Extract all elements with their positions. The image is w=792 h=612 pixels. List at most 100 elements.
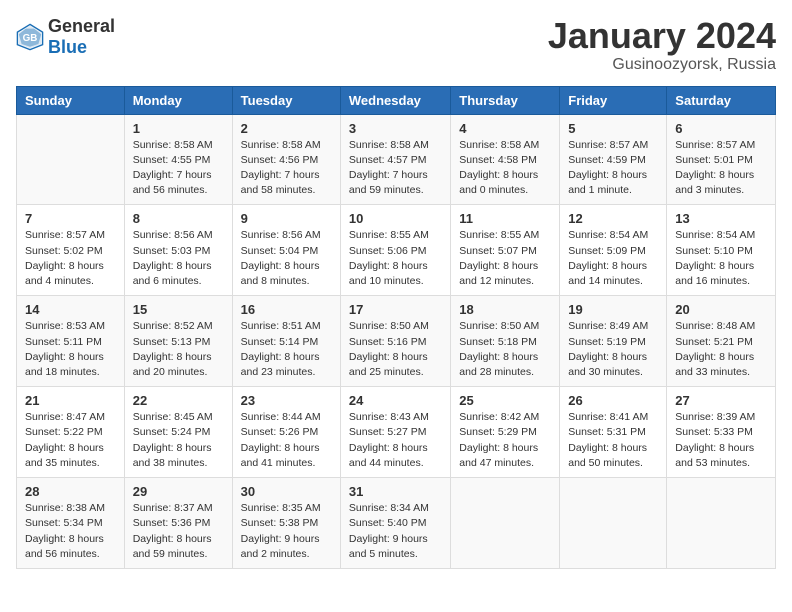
- day-number: 13: [675, 211, 767, 226]
- day-number: 8: [133, 211, 224, 226]
- day-details: Sunrise: 8:57 AM Sunset: 5:01 PM Dayligh…: [675, 138, 767, 199]
- calendar-cell: [560, 478, 667, 569]
- calendar-cell: 12 Sunrise: 8:54 AM Sunset: 5:09 PM Dayli…: [560, 205, 667, 296]
- day-details: Sunrise: 8:35 AM Sunset: 5:38 PM Dayligh…: [241, 501, 332, 562]
- day-number: 17: [349, 302, 442, 317]
- logo: GB General Blue: [16, 16, 115, 58]
- calendar-cell: 16Sunrise: 8:51 AM Sunset: 5:14 PM Dayli…: [232, 296, 340, 387]
- calendar-cell: 30 Sunrise: 8:35 AM Sunset: 5:38 PM Dayli…: [232, 478, 340, 569]
- column-header-monday: Monday: [124, 86, 232, 114]
- calendar-cell: 10 Sunrise: 8:55 AM Sunset: 5:06 PM Dayli…: [340, 205, 450, 296]
- day-number: 18: [459, 302, 551, 317]
- day-number: 2: [241, 121, 332, 136]
- calendar-cell: 14 Sunrise: 8:53 AM Sunset: 5:11 PM Dayli…: [17, 296, 125, 387]
- day-number: 29: [133, 484, 224, 499]
- day-details: Sunrise: 8:50 AM Sunset: 5:18 PM Dayligh…: [459, 319, 551, 380]
- day-number: 12: [568, 211, 658, 226]
- day-details: Sunrise: 8:58 AM Sunset: 4:55 PM Dayligh…: [133, 138, 224, 199]
- calendar-week-row: 21Sunrise: 8:47 AM Sunset: 5:22 PM Dayli…: [17, 387, 776, 478]
- day-number: 25: [459, 393, 551, 408]
- day-details: Sunrise: 8:34 AM Sunset: 5:40 PM Dayligh…: [349, 501, 442, 562]
- day-details: Sunrise: 8:54 AM Sunset: 5:10 PM Dayligh…: [675, 228, 767, 289]
- calendar-cell: [17, 114, 125, 205]
- day-details: Sunrise: 8:48 AM Sunset: 5:21 PM Dayligh…: [675, 319, 767, 380]
- day-details: Sunrise: 8:55 AM Sunset: 5:07 PM Dayligh…: [459, 228, 551, 289]
- calendar-cell: 11Sunrise: 8:55 AM Sunset: 5:07 PM Dayli…: [451, 205, 560, 296]
- day-details: Sunrise: 8:42 AM Sunset: 5:29 PM Dayligh…: [459, 410, 551, 471]
- calendar-cell: 3 Sunrise: 8:58 AM Sunset: 4:57 PM Daylig…: [340, 114, 450, 205]
- day-details: Sunrise: 8:39 AM Sunset: 5:33 PM Dayligh…: [675, 410, 767, 471]
- day-details: Sunrise: 8:43 AM Sunset: 5:27 PM Dayligh…: [349, 410, 442, 471]
- calendar-cell: 29 Sunrise: 8:37 AM Sunset: 5:36 PM Dayli…: [124, 478, 232, 569]
- calendar-cell: 1Sunrise: 8:58 AM Sunset: 4:55 PM Daylig…: [124, 114, 232, 205]
- day-number: 19: [568, 302, 658, 317]
- calendar-cell: 24Sunrise: 8:43 AM Sunset: 5:27 PM Dayli…: [340, 387, 450, 478]
- calendar-week-row: 14 Sunrise: 8:53 AM Sunset: 5:11 PM Dayli…: [17, 296, 776, 387]
- svg-text:GB: GB: [23, 33, 38, 44]
- calendar-cell: 19 Sunrise: 8:49 AM Sunset: 5:19 PM Dayli…: [560, 296, 667, 387]
- calendar-cell: 21Sunrise: 8:47 AM Sunset: 5:22 PM Dayli…: [17, 387, 125, 478]
- day-number: 7: [25, 211, 116, 226]
- column-header-sunday: Sunday: [17, 86, 125, 114]
- day-details: Sunrise: 8:41 AM Sunset: 5:31 PM Dayligh…: [568, 410, 658, 471]
- calendar-cell: 20 Sunrise: 8:48 AM Sunset: 5:21 PM Dayli…: [667, 296, 776, 387]
- day-number: 4: [459, 121, 551, 136]
- calendar-cell: 5 Sunrise: 8:57 AM Sunset: 4:59 PM Daylig…: [560, 114, 667, 205]
- day-number: 23: [241, 393, 332, 408]
- column-header-wednesday: Wednesday: [340, 86, 450, 114]
- day-number: 22: [133, 393, 224, 408]
- column-header-tuesday: Tuesday: [232, 86, 340, 114]
- month-title: January 2024: [548, 16, 776, 56]
- day-details: Sunrise: 8:49 AM Sunset: 5:19 PM Dayligh…: [568, 319, 658, 380]
- day-details: Sunrise: 8:54 AM Sunset: 5:09 PM Dayligh…: [568, 228, 658, 289]
- day-details: Sunrise: 8:58 AM Sunset: 4:56 PM Dayligh…: [241, 138, 332, 199]
- day-details: Sunrise: 8:53 AM Sunset: 5:11 PM Dayligh…: [25, 319, 116, 380]
- calendar-cell: 28Sunrise: 8:38 AM Sunset: 5:34 PM Dayli…: [17, 478, 125, 569]
- calendar-cell: 25 Sunrise: 8:42 AM Sunset: 5:29 PM Dayli…: [451, 387, 560, 478]
- day-details: Sunrise: 8:52 AM Sunset: 5:13 PM Dayligh…: [133, 319, 224, 380]
- calendar-cell: 18 Sunrise: 8:50 AM Sunset: 5:18 PM Dayli…: [451, 296, 560, 387]
- calendar-cell: 26Sunrise: 8:41 AM Sunset: 5:31 PM Dayli…: [560, 387, 667, 478]
- day-details: Sunrise: 8:57 AM Sunset: 4:59 PM Dayligh…: [568, 138, 658, 199]
- logo-text: General Blue: [48, 16, 115, 58]
- day-details: Sunrise: 8:55 AM Sunset: 5:06 PM Dayligh…: [349, 228, 442, 289]
- day-number: 31: [349, 484, 442, 499]
- calendar-cell: 8 Sunrise: 8:56 AM Sunset: 5:03 PM Daylig…: [124, 205, 232, 296]
- calendar-week-row: 7 Sunrise: 8:57 AM Sunset: 5:02 PM Daylig…: [17, 205, 776, 296]
- day-details: Sunrise: 8:58 AM Sunset: 4:57 PM Dayligh…: [349, 138, 442, 199]
- generalblue-logo-icon: GB: [16, 23, 44, 51]
- day-details: Sunrise: 8:56 AM Sunset: 5:04 PM Dayligh…: [241, 228, 332, 289]
- location-title: Gusinoozyorsk, Russia: [548, 56, 776, 74]
- day-number: 28: [25, 484, 116, 499]
- calendar-table: SundayMondayTuesdayWednesdayThursdayFrid…: [16, 86, 776, 569]
- column-header-friday: Friday: [560, 86, 667, 114]
- day-details: Sunrise: 8:47 AM Sunset: 5:22 PM Dayligh…: [25, 410, 116, 471]
- day-details: Sunrise: 8:45 AM Sunset: 5:24 PM Dayligh…: [133, 410, 224, 471]
- logo-general: General: [48, 16, 115, 36]
- day-details: Sunrise: 8:50 AM Sunset: 5:16 PM Dayligh…: [349, 319, 442, 380]
- day-number: 15: [133, 302, 224, 317]
- calendar-cell: 22 Sunrise: 8:45 AM Sunset: 5:24 PM Dayli…: [124, 387, 232, 478]
- day-details: Sunrise: 8:37 AM Sunset: 5:36 PM Dayligh…: [133, 501, 224, 562]
- calendar-cell: 4 Sunrise: 8:58 AM Sunset: 4:58 PM Daylig…: [451, 114, 560, 205]
- day-details: Sunrise: 8:57 AM Sunset: 5:02 PM Dayligh…: [25, 228, 116, 289]
- column-header-thursday: Thursday: [451, 86, 560, 114]
- day-number: 5: [568, 121, 658, 136]
- day-number: 16: [241, 302, 332, 317]
- day-number: 30: [241, 484, 332, 499]
- day-number: 3: [349, 121, 442, 136]
- day-details: Sunrise: 8:56 AM Sunset: 5:03 PM Dayligh…: [133, 228, 224, 289]
- day-details: Sunrise: 8:44 AM Sunset: 5:26 PM Dayligh…: [241, 410, 332, 471]
- calendar-header-row: SundayMondayTuesdayWednesdayThursdayFrid…: [17, 86, 776, 114]
- page-header: GB General Blue January 2024 Gusinoozyor…: [16, 16, 776, 74]
- day-number: 14: [25, 302, 116, 317]
- day-number: 20: [675, 302, 767, 317]
- day-number: 27: [675, 393, 767, 408]
- calendar-cell: 9Sunrise: 8:56 AM Sunset: 5:04 PM Daylig…: [232, 205, 340, 296]
- calendar-cell: [451, 478, 560, 569]
- calendar-week-row: 1Sunrise: 8:58 AM Sunset: 4:55 PM Daylig…: [17, 114, 776, 205]
- title-block: January 2024 Gusinoozyorsk, Russia: [548, 16, 776, 74]
- day-number: 10: [349, 211, 442, 226]
- day-details: Sunrise: 8:58 AM Sunset: 4:58 PM Dayligh…: [459, 138, 551, 199]
- calendar-cell: 27 Sunrise: 8:39 AM Sunset: 5:33 PM Dayli…: [667, 387, 776, 478]
